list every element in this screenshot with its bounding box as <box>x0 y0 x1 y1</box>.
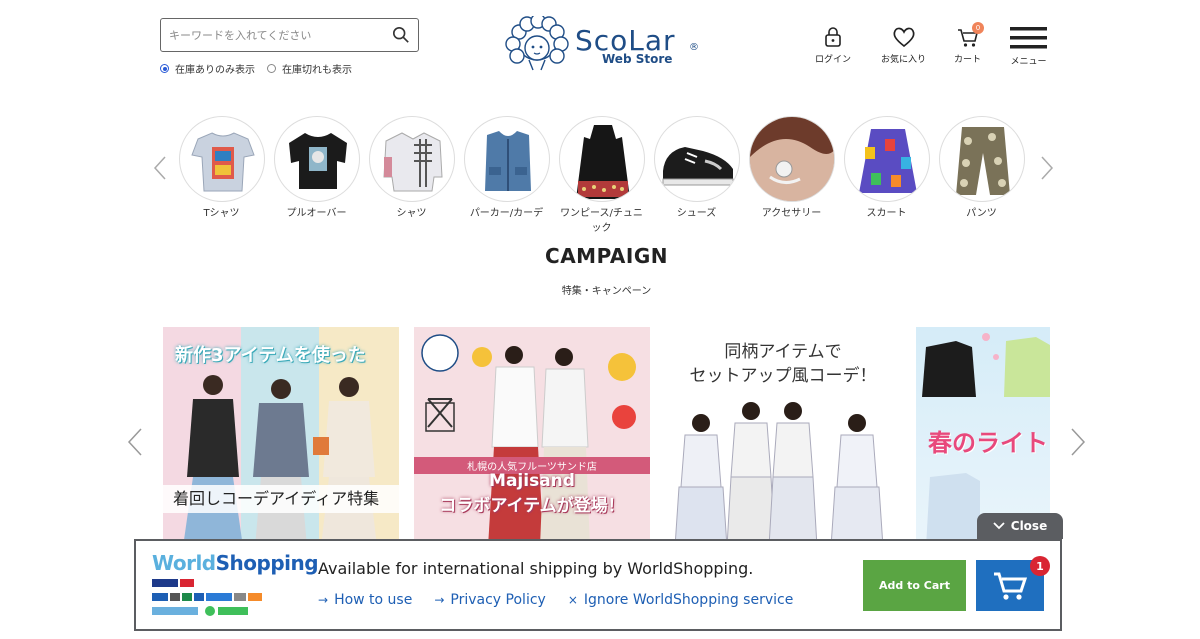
banner-caption-line-3: コラボアイテムが登場！ <box>439 496 625 516</box>
link-label: How to use <box>334 592 413 608</box>
cart-label: カート <box>954 55 982 65</box>
search-input[interactable] <box>169 28 392 42</box>
lock-icon <box>825 27 841 47</box>
radio-selected-icon <box>160 64 169 73</box>
shirt-image <box>368 116 455 202</box>
logo-part-a: World <box>152 551 216 575</box>
radio-label: 在庫ありのみ表示 <box>175 65 255 76</box>
logo-mascot-icon <box>505 16 569 71</box>
menu-label: メニュー <box>1010 57 1047 67</box>
link-label: Privacy Policy <box>450 592 546 608</box>
arrow-right-icon: → <box>434 593 445 607</box>
category-label: ワンピース/チュニック <box>560 208 643 234</box>
radio-label: 在庫切れも表示 <box>282 65 352 76</box>
campaign-subheading: 特集・キャンペーン <box>561 286 652 297</box>
category-label: シャツ <box>396 208 427 219</box>
category-label: スカート <box>866 208 907 219</box>
category-next-arrow[interactable] <box>1040 156 1054 180</box>
favorites-label: お気に入り <box>881 55 927 65</box>
banner-heading-line-2: セットアップ風コーデ！ <box>689 366 877 386</box>
close-x-icon: × <box>567 593 578 607</box>
category-item-skirt[interactable]: スカート <box>843 116 930 236</box>
worldshopping-links: → How to use → Privacy Policy × Ignore Worl… <box>318 592 793 608</box>
menu-button[interactable]: メニュー <box>1010 26 1047 67</box>
cart-icon <box>994 572 1028 600</box>
link-label: Ignore WorldShopping service <box>583 592 794 608</box>
cart-count-badge: 1 <box>1030 556 1050 576</box>
search-box <box>160 18 419 52</box>
category-label: プルオーバー <box>286 208 347 219</box>
login-link[interactable]: ログイン <box>815 26 851 65</box>
logo-part-b: Shopping <box>215 551 319 575</box>
radio-unselected-icon <box>267 64 276 73</box>
search-icon[interactable] <box>392 26 410 44</box>
tshirt-image <box>178 116 265 202</box>
campaign-next-arrow[interactable] <box>1070 428 1086 456</box>
category-item-pants[interactable]: パンツ <box>938 116 1025 236</box>
how-to-use-link[interactable]: → How to use <box>318 592 412 608</box>
worldshopping-close-button[interactable]: Close <box>977 513 1063 539</box>
category-item-shirt[interactable]: シャツ <box>368 116 455 236</box>
banner-caption-line-2: Majisand <box>489 471 575 491</box>
add-to-cart-button[interactable]: Add to Cart <box>863 560 966 611</box>
shoes-image <box>653 116 740 202</box>
campaign-banner-coordinate[interactable]: 新作3アイテムを使った 着回しコーデアイディア特集 <box>163 327 399 547</box>
radio-include-out-of-stock[interactable]: 在庫切れも表示 <box>267 61 352 76</box>
site-logo[interactable]: ScoLar ® Web Store <box>505 16 705 72</box>
arrow-right-icon: → <box>318 593 329 607</box>
cart-link[interactable]: 0 カート <box>954 22 984 65</box>
campaign-banner-setup[interactable]: 同柄アイテムで セットアップ風コーデ！ <box>665 327 901 547</box>
heart-icon <box>892 27 915 48</box>
banner-heading: 春のライト <box>928 429 1048 457</box>
skirt-image <box>843 116 930 202</box>
category-carousel: Tシャツ プルオーバー シャツ パーカー/カーデ ワンピース/チュニック シュー… <box>178 116 1025 236</box>
worldshopping-logo: WorldShopping <box>152 551 319 623</box>
category-label: パンツ <box>966 208 997 219</box>
campaign-carousel: 新作3アイテムを使った 着回しコーデアイディア特集 札幌の人気フルーツサンド店 … <box>163 327 1050 547</box>
hamburger-menu-icon <box>1010 27 1047 49</box>
category-label: アクセサリー <box>761 208 822 219</box>
close-label: Close <box>1010 519 1048 533</box>
category-prev-arrow[interactable] <box>153 156 167 180</box>
worldshopping-cart-button[interactable]: 1 <box>976 556 1050 611</box>
onepiece-image <box>558 116 645 202</box>
logo-subtitle: Web Store <box>602 52 673 66</box>
add-to-cart-label: Add to Cart <box>879 579 950 592</box>
cart-count-badge: 0 <box>972 22 984 34</box>
login-label: ログイン <box>815 55 852 65</box>
category-item-onepiece[interactable]: ワンピース/チュニック <box>558 116 645 236</box>
accessory-image <box>748 116 835 202</box>
banner-caption: 着回しコーデアイディア特集 <box>163 485 399 513</box>
registered-mark: ® <box>689 42 699 53</box>
category-item-pullover[interactable]: プルオーバー <box>273 116 360 236</box>
payment-methods-icon <box>152 579 262 616</box>
banner-heading-line-1: 同柄アイテムで <box>724 342 842 362</box>
category-item-hoodie-cardigan[interactable]: パーカー/カーデ <box>463 116 550 236</box>
campaign-prev-arrow[interactable] <box>127 428 143 456</box>
hoodie-image <box>463 116 550 202</box>
chevron-down-icon <box>993 522 1005 530</box>
campaign-heading: CAMPAIGN <box>545 244 668 268</box>
banner-heading: 新作3アイテムを使った <box>175 345 366 366</box>
stock-filter: 在庫ありのみ表示 在庫切れも表示 <box>160 61 352 76</box>
category-item-tshirt[interactable]: Tシャツ <box>178 116 265 236</box>
pullover-image <box>273 116 360 202</box>
ignore-service-link[interactable]: × Ignore WorldShopping service <box>568 592 794 608</box>
category-item-accessory[interactable]: アクセサリー <box>748 116 835 236</box>
category-label: パーカー/カーデ <box>469 208 544 219</box>
category-label: Tシャツ <box>203 208 240 219</box>
pants-image <box>938 116 1025 202</box>
category-item-shoes[interactable]: シューズ <box>653 116 740 236</box>
favorites-link[interactable]: お気に入り <box>881 26 926 65</box>
category-label: シューズ <box>676 208 717 219</box>
campaign-banner-majisand[interactable]: 札幌の人気フルーツサンド店 Majisand コラボアイテムが登場！ <box>414 327 650 547</box>
radio-in-stock-only[interactable]: 在庫ありのみ表示 <box>160 61 255 76</box>
worldshopping-message: Available for international shipping by … <box>318 559 754 578</box>
worldshopping-bar: WorldShopping Available for internationa… <box>134 539 1062 631</box>
privacy-policy-link[interactable]: → Privacy Policy <box>434 592 545 608</box>
